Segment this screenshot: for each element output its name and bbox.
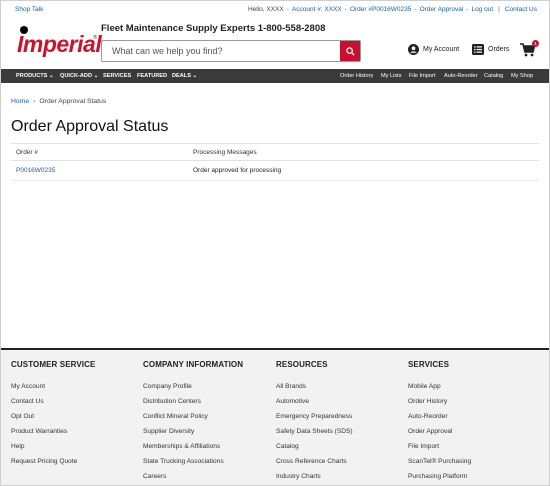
orders-button[interactable]: Orders	[472, 44, 509, 55]
footer-link[interactable]: ScanTel® Purchasing	[408, 454, 471, 469]
footer-link[interactable]: Supplier Diversity	[143, 424, 243, 439]
footer-link[interactable]: Order History	[408, 394, 471, 409]
footer-heading: CUSTOMER SERVICE	[11, 360, 96, 369]
utility-bar: Shop Talk Hello, XXXX - Account #: XXXX - Or…	[1, 1, 549, 18]
shop-talk-link[interactable]: Shop Talk	[15, 1, 43, 18]
nav-order-history[interactable]: Order History	[340, 69, 373, 83]
table-row: P0016W0235 Order approved for processing	[11, 161, 539, 181]
footer-link[interactable]: Contact Us	[11, 394, 95, 409]
footer-link[interactable]: Help	[11, 439, 95, 454]
footer-link[interactable]: Automotive	[276, 394, 353, 409]
page: Shop Talk Hello, XXXX - Account #: XXXX - Or…	[0, 0, 550, 486]
search-button[interactable]	[340, 41, 360, 61]
logout-link[interactable]: Log out	[471, 6, 493, 13]
footer-link[interactable]: Product Warranties	[11, 424, 95, 439]
footer-link[interactable]: Careers	[143, 469, 243, 484]
order-link[interactable]: Order #P0016W0235	[350, 6, 411, 13]
user-icon	[408, 44, 419, 55]
footer-col-company-information: COMPANY INFORMATION Company Profile Dist…	[143, 360, 243, 484]
column-header-order: Order #	[16, 149, 39, 156]
footer-link[interactable]: Safety Data Sheets (SDS)	[276, 424, 353, 439]
breadcrumb-current: Order Approval Status	[39, 98, 107, 105]
main-nav: PRODUCTS ⌄ QUICK-ADD ⌄ SERVICES FEATURED…	[1, 69, 549, 83]
footer-link[interactable]: Catalog	[276, 439, 353, 454]
footer-link[interactable]: Distribution Centers	[143, 394, 243, 409]
breadcrumb: Home › Order Approval Status	[11, 98, 106, 105]
column-header-messages: Processing Messages	[193, 149, 257, 156]
footer-link[interactable]: Auto-Reorder	[408, 409, 471, 424]
account-info: Hello, XXXX - Account #: XXXX - Order #P0016…	[247, 6, 537, 13]
site-footer: CUSTOMER SERVICE My Account Contact Us O…	[1, 348, 549, 485]
imperial-logo[interactable]: Imperial ®	[17, 23, 102, 57]
footer-link[interactable]: Mobile App	[408, 379, 471, 394]
footer-col-customer-service: CUSTOMER SERVICE My Account Contact Us O…	[11, 360, 95, 469]
footer-link[interactable]: Industry Charts	[276, 469, 353, 484]
nav-my-shop[interactable]: My Shop	[511, 69, 533, 83]
footer-link[interactable]: Company Profile	[143, 379, 243, 394]
footer-link[interactable]: Cross Reference Charts	[276, 454, 353, 469]
header-tagline: Fleet Maintenance Supply Experts 1-800-5…	[101, 23, 326, 34]
nav-featured[interactable]: FEATURED	[137, 69, 167, 83]
footer-col-services: SERVICES Mobile App Order History Auto-R…	[408, 360, 471, 484]
nav-services[interactable]: SERVICES	[103, 69, 131, 83]
chevron-right-icon: ›	[33, 98, 36, 105]
nav-quick-add[interactable]: QUICK-ADD ⌄	[60, 69, 98, 83]
my-account-button[interactable]: My Account	[408, 44, 459, 55]
my-account-label: My Account	[423, 46, 460, 53]
footer-col-resources: RESOURCES All Brands Automotive Emergenc…	[276, 360, 353, 484]
footer-link[interactable]: Request Pricing Quote	[11, 454, 95, 469]
footer-link[interactable]: Purchasing Platform	[408, 469, 471, 484]
footer-link[interactable]: Emergency Preparedness	[276, 409, 353, 424]
contact-us-link[interactable]: Contact Us	[505, 6, 537, 13]
footer-link[interactable]: Memberships & Affiliations	[143, 439, 243, 454]
order-number-link[interactable]: P0016W0235	[16, 167, 55, 174]
footer-link[interactable]: State Trucking Associations	[143, 454, 243, 469]
orders-list-icon	[472, 44, 484, 55]
footer-heading: COMPANY INFORMATION	[143, 360, 244, 369]
nav-auto-reorder[interactable]: Auto-Reorder	[444, 69, 478, 83]
table-header: Order # Processing Messages	[11, 143, 539, 161]
cart-button[interactable]: 1	[520, 40, 539, 57]
processing-message: Order approved for processing	[193, 167, 282, 174]
nav-my-lists[interactable]: My Lists	[381, 69, 402, 83]
footer-link[interactable]: Opt Out	[11, 409, 95, 424]
order-approval-table: Order # Processing Messages P0016W0235 O…	[11, 143, 539, 181]
footer-link[interactable]: My Account	[11, 379, 95, 394]
greeting-text: Hello, XXXX	[247, 6, 284, 13]
account-link[interactable]: Account #: XXXX	[292, 6, 342, 13]
footer-link[interactable]: Order Approval	[408, 424, 471, 439]
nav-deals[interactable]: DEALS ⌄	[172, 69, 197, 83]
cart-count-badge: 1	[532, 40, 539, 47]
page-title: Order Approval Status	[11, 118, 169, 135]
orders-label: Orders	[488, 46, 510, 53]
logo-text: Imperial	[17, 31, 102, 57]
search-icon	[345, 46, 355, 56]
breadcrumb-home[interactable]: Home	[11, 98, 29, 105]
footer-link[interactable]: Conflict Mineral Policy	[143, 409, 243, 424]
nav-products[interactable]: PRODUCTS ⌄	[16, 69, 54, 83]
footer-heading: SERVICES	[408, 360, 450, 369]
footer-link[interactable]: All Brands	[276, 379, 353, 394]
footer-heading: RESOURCES	[276, 360, 328, 369]
nav-file-import[interactable]: File Import	[409, 69, 435, 83]
search-input[interactable]	[102, 41, 340, 61]
nav-catalog[interactable]: Catalog	[484, 69, 503, 83]
order-approval-link[interactable]: Order Approval	[420, 6, 464, 13]
footer-link[interactable]: File Import	[408, 439, 471, 454]
search-box	[101, 40, 361, 62]
